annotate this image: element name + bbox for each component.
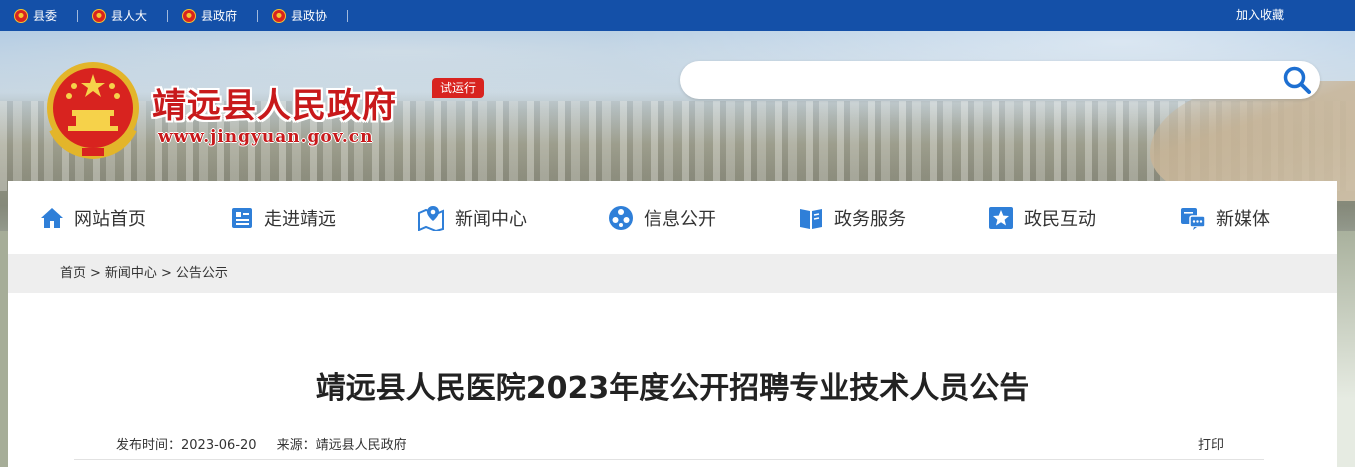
nav-label: 走进靖远 — [264, 208, 336, 230]
site-url: www.jingyuan.gov.cn — [158, 127, 374, 147]
source-value: 靖远县人民政府 — [315, 438, 407, 453]
publish-label: 发布时间： — [116, 438, 182, 453]
divider — [347, 9, 349, 22]
breadcrumb-bar: 首页 > 新闻中心 > 公告公示 — [8, 254, 1337, 293]
nav-label: 政民互动 — [1024, 208, 1096, 230]
nav-info-disclosure[interactable]: 信息公开 — [608, 181, 716, 254]
nav-public-interaction[interactable]: 政民互动 — [988, 181, 1096, 254]
article: 靖远县人民医院2023年度公开招聘专业技术人员公告 发布时间：2023-06-2… — [8, 293, 1337, 467]
national-emblem-icon — [182, 8, 197, 23]
top-links: 县委 县人大 县政府 县政协 — [14, 0, 362, 31]
nav-home[interactable]: 网站首页 — [40, 181, 146, 254]
book-icon — [800, 208, 822, 229]
divider — [77, 9, 79, 22]
nav-label: 政务服务 — [834, 208, 906, 230]
top-bar: 县委 县人大 县政府 县政协 加入收藏 — [0, 0, 1355, 31]
breadcrumb-home[interactable]: 首页 — [60, 266, 86, 281]
search-box — [680, 61, 1320, 99]
publish-date: 2023-06-20 — [181, 438, 257, 453]
divider — [257, 9, 259, 22]
breadcrumb-news-center[interactable]: 新闻中心 — [105, 266, 157, 281]
add-favorite-link[interactable]: 加入收藏 — [1236, 0, 1284, 31]
top-link-county-committee[interactable]: 县委 — [14, 7, 57, 24]
home-icon — [41, 207, 63, 228]
search-input[interactable] — [696, 61, 1276, 99]
breadcrumb-announcements[interactable]: 公告公示 — [176, 266, 228, 281]
top-link-label: 县政府 — [201, 9, 238, 23]
site-title[interactable]: 靖远县人民政府 — [152, 78, 397, 127]
top-link-label: 县人大 — [111, 9, 148, 23]
breadcrumb: 首页 > 新闻中心 > 公告公示 — [60, 266, 228, 281]
circle-dots-icon — [609, 205, 633, 230]
search-icon[interactable] — [1282, 65, 1312, 95]
nav-label: 信息公开 — [644, 208, 716, 230]
cppcc-emblem-icon — [272, 8, 287, 23]
top-link-label: 县委 — [33, 9, 58, 23]
top-link-peoples-congress[interactable]: 县人大 — [92, 7, 147, 24]
national-emblem-icon — [92, 8, 107, 23]
nav-government-services[interactable]: 政务服务 — [798, 181, 906, 254]
nav-about-jingyuan[interactable]: 走进靖远 — [230, 181, 336, 254]
top-link-cppcc[interactable]: 县政协 — [272, 7, 327, 24]
nav-new-media[interactable]: 新媒体 — [1180, 181, 1270, 254]
divider — [74, 459, 1264, 460]
main-nav: 网站首页 走进靖远 新闻中心 信息公开 政务服务 政民互动 新媒体 — [8, 181, 1337, 254]
article-title: 靖远县人民医院2023年度公开招聘专业技术人员公告 — [315, 371, 1030, 406]
media-icon — [1181, 207, 1206, 230]
nav-news-center[interactable]: 新闻中心 — [417, 181, 527, 254]
map-pin-icon — [418, 205, 444, 231]
print-button[interactable]: 打印 — [1198, 434, 1224, 453]
nav-label: 新闻中心 — [455, 208, 527, 230]
top-link-government[interactable]: 县政府 — [182, 7, 237, 24]
national-emblem-logo — [47, 62, 139, 160]
trial-run-badge: 试运行 — [432, 78, 484, 98]
star-icon — [989, 206, 1013, 229]
nav-label: 网站首页 — [74, 208, 146, 230]
divider — [167, 9, 169, 22]
document-icon — [232, 207, 252, 228]
top-link-label: 县政协 — [291, 9, 328, 23]
nav-label: 新媒体 — [1216, 208, 1270, 230]
source-label: 来源： — [276, 438, 316, 453]
article-meta: 发布时间：2023-06-20 来源：靖远县人民政府 — [116, 434, 407, 453]
party-emblem-icon — [14, 8, 28, 23]
